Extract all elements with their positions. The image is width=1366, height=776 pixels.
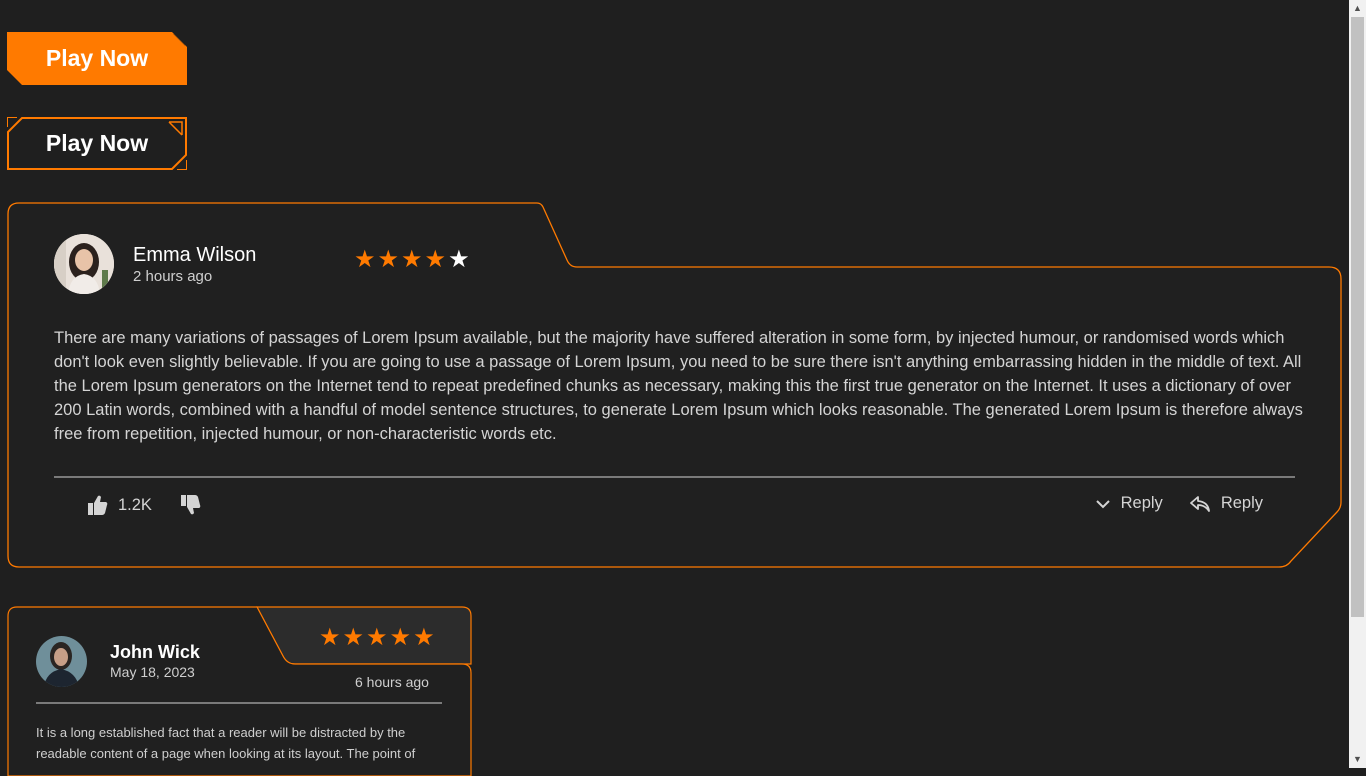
reply-actions: Reply Reply xyxy=(1095,494,1263,513)
star-icon: ★ xyxy=(413,624,435,651)
star-icon: ★ xyxy=(366,624,388,651)
reaction-bar: 1.2K xyxy=(87,494,202,516)
scroll-up-arrow-icon[interactable]: ▲ xyxy=(1349,0,1366,17)
review-card-john: John Wick May 18, 2023 ★ ★ ★ ★ ★ 6 hours… xyxy=(7,606,473,776)
page-scrollbar[interactable]: ▲ ▼ xyxy=(1349,0,1366,768)
play-now-filled-label: Play Now xyxy=(45,45,149,71)
star-icon: ★ xyxy=(401,246,423,273)
avatar xyxy=(54,234,114,294)
rating-stars: ★ ★ ★ ★ ★ xyxy=(319,626,435,650)
divider xyxy=(54,476,1295,478)
thumbs-up-icon[interactable] xyxy=(87,494,109,516)
divider xyxy=(36,702,442,704)
play-now-filled-button[interactable]: Play Now xyxy=(7,32,187,85)
chevron-down-icon xyxy=(1095,499,1110,508)
like-count: 1.2K xyxy=(118,495,152,514)
scroll-down-arrow-icon[interactable]: ▼ xyxy=(1349,751,1366,768)
star-icon: ★ xyxy=(377,246,400,273)
rating-stars: ★ ★ ★ ★ ★ xyxy=(354,248,470,272)
toggle-replies-button[interactable]: Reply xyxy=(1095,494,1163,513)
star-icon: ★ xyxy=(319,624,341,651)
review-time: 2 hours ago xyxy=(133,268,213,285)
thumbs-down-icon[interactable] xyxy=(180,494,202,516)
review-date: May 18, 2023 xyxy=(110,664,195,680)
toggle-replies-label: Reply xyxy=(1120,494,1163,512)
reply-label: Reply xyxy=(1220,494,1263,512)
star-icon: ★ xyxy=(389,624,412,651)
star-icon: ★ xyxy=(448,246,470,273)
play-now-outline-button[interactable]: Play Now xyxy=(7,117,187,170)
reviewer-name: Emma Wilson xyxy=(133,244,257,266)
star-icon: ★ xyxy=(354,246,376,273)
reply-button[interactable]: Reply xyxy=(1189,494,1263,513)
reply-arrow-icon xyxy=(1189,495,1210,512)
review-body: There are many variations of passages of… xyxy=(54,329,1303,443)
review-time: 6 hours ago xyxy=(355,674,429,690)
star-icon: ★ xyxy=(342,624,365,651)
avatar xyxy=(36,636,87,687)
scrollbar-thumb[interactable] xyxy=(1351,17,1364,617)
review-card-emma: Emma Wilson 2 hours ago ★ ★ ★ ★ ★ There … xyxy=(7,202,1343,569)
play-now-outline-label: Play Now xyxy=(45,130,149,156)
reviewer-name: John Wick xyxy=(110,642,200,662)
star-icon: ★ xyxy=(424,246,447,273)
review-body: It is a long established fact that a rea… xyxy=(36,725,416,761)
